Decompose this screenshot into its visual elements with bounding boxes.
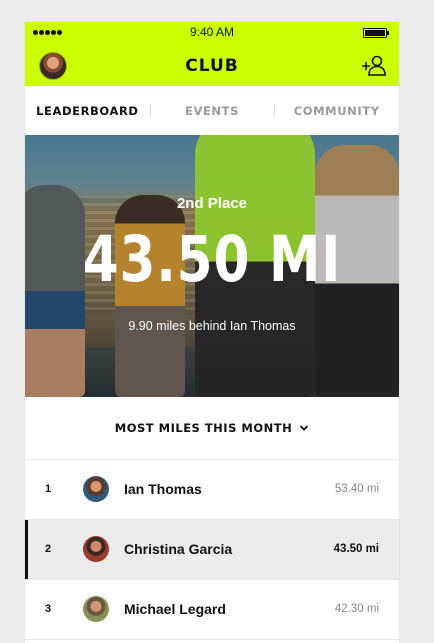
filter-label: MOST MILES THIS MONTH bbox=[114, 421, 293, 435]
page-title: CLUB bbox=[185, 56, 239, 76]
battery-icon bbox=[363, 28, 389, 38]
status-time: 9:40 AM bbox=[189, 25, 235, 39]
add-user-icon[interactable] bbox=[362, 53, 388, 77]
distance-value: 43.50 MI bbox=[82, 223, 342, 296]
place-label: 2nd Place bbox=[176, 195, 248, 212]
tab-leaderboard[interactable]: LEADERBOARD bbox=[25, 86, 150, 135]
status-bar: 9:40 AM bbox=[25, 22, 399, 42]
leaderboard-row-current-user[interactable]: 2 Christina Garcia 43.50 mi bbox=[25, 520, 399, 580]
miles-value: 53.40 mi bbox=[334, 483, 379, 495]
tab-bar: LEADERBOARD EVENTS COMMUNITY bbox=[25, 86, 399, 135]
hero-banner: 2nd Place 43.50 MI 9.90 miles behind Ian… bbox=[25, 135, 399, 397]
leaderboard-row[interactable]: 3 Michael Legard 42.30 mi bbox=[25, 580, 399, 640]
miles-value: 42.30 mi bbox=[334, 603, 379, 615]
rank: 2 bbox=[45, 543, 52, 555]
runner-name: Christina Garcia bbox=[124, 541, 233, 557]
leaderboard-row[interactable]: 1 Ian Thomas 53.40 mi bbox=[25, 460, 399, 520]
tab-events[interactable]: EVENTS bbox=[149, 86, 275, 135]
avatar bbox=[83, 476, 109, 502]
metric-filter-dropdown[interactable]: MOST MILES THIS MONTH bbox=[25, 397, 399, 460]
app-screen: 9:40 AM CLUB LEADERBOARD EVENTS COMMUNIT… bbox=[25, 22, 399, 643]
tab-community[interactable]: COMMUNITY bbox=[274, 86, 399, 135]
runner-name: Ian Thomas bbox=[124, 481, 202, 497]
chevron-down-icon bbox=[300, 425, 309, 431]
rank: 3 bbox=[45, 603, 52, 615]
header-bar: 9:40 AM CLUB bbox=[25, 22, 399, 86]
behind-text: 9.90 miles behind Ian Thomas bbox=[128, 319, 296, 333]
runner-name: Michael Legard bbox=[124, 601, 226, 617]
avatar bbox=[83, 596, 109, 622]
rank: 1 bbox=[45, 483, 52, 495]
avatar bbox=[83, 536, 109, 562]
miles-value: 43.50 mi bbox=[333, 543, 379, 555]
